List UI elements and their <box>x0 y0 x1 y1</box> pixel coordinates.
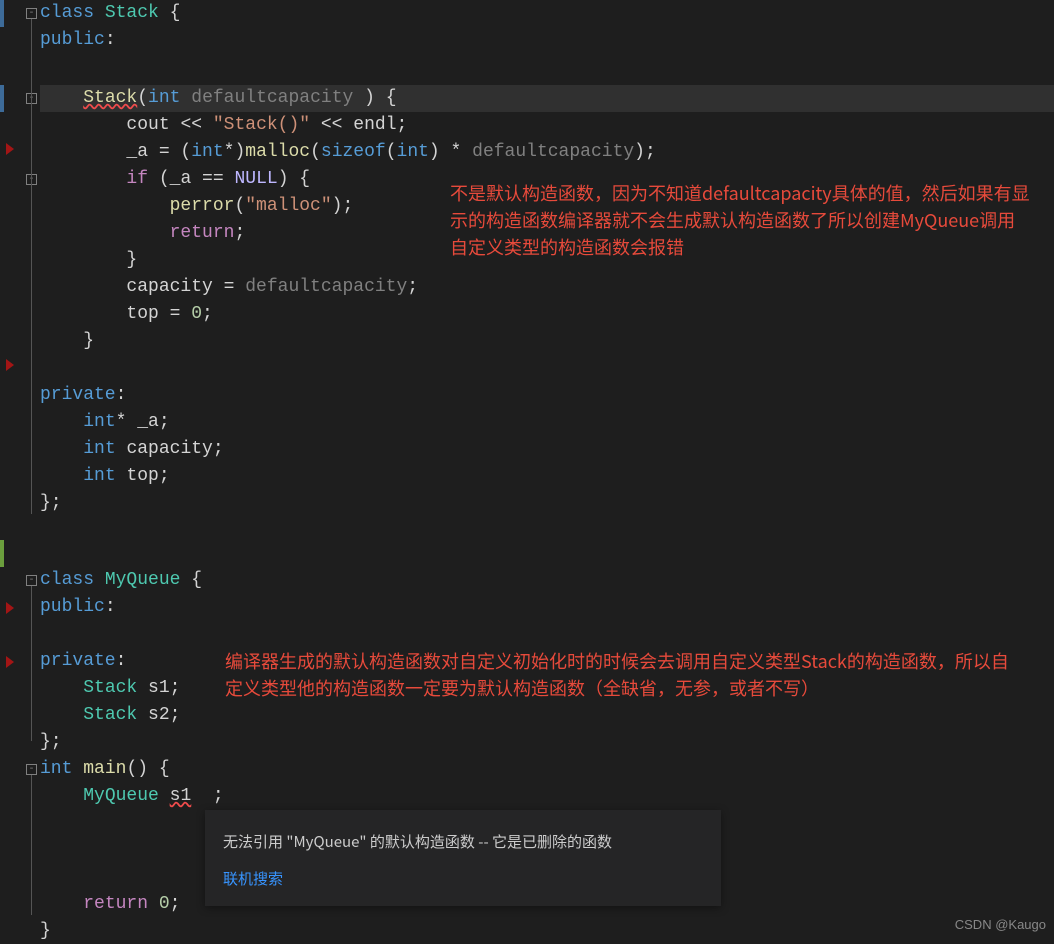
code-line[interactable]: public: <box>40 27 1054 54</box>
breakpoint-icon[interactable] <box>6 359 14 371</box>
code-editor: - - - - - class Stack { public: Stack(in… <box>0 0 1054 944</box>
breakpoint-icon[interactable] <box>6 656 14 668</box>
code-line[interactable]: }; <box>40 729 1054 756</box>
fold-line <box>31 586 32 741</box>
annotation-text: 不是默认构造函数，因为不知道defaultcapacity具体的值，然后如果有显… <box>450 180 1030 261</box>
change-bar <box>0 85 4 112</box>
change-bar <box>0 0 4 27</box>
fold-line <box>31 19 32 514</box>
code-line-active[interactable]: Stack(int defaultcapacity ) { <box>40 85 1054 112</box>
code-line[interactable]: public: <box>40 594 1054 621</box>
tooltip-message: 无法引用 "MyQueue" 的默认构造函数 -- 它是已删除的函数 <box>223 828 703 855</box>
code-line[interactable] <box>40 355 1054 382</box>
code-line[interactable] <box>40 540 1054 567</box>
code-line[interactable]: int* _a; <box>40 409 1054 436</box>
watermark-text: CSDN @Kaugo <box>955 911 1046 938</box>
error-tooltip: 无法引用 "MyQueue" 的默认构造函数 -- 它是已删除的函数 联机搜索 <box>205 810 721 906</box>
fold-toggle[interactable]: - <box>26 575 37 586</box>
code-line[interactable]: }; <box>40 490 1054 517</box>
code-line[interactable]: class Stack { <box>40 0 1054 27</box>
change-bar <box>0 540 4 567</box>
code-line[interactable]: Stack s2; <box>40 702 1054 729</box>
code-line[interactable] <box>40 54 1054 81</box>
code-line[interactable]: capacity = defaultcapacity; <box>40 274 1054 301</box>
tooltip-search-link[interactable]: 联机搜索 <box>223 865 703 892</box>
breakpoint-icon[interactable] <box>6 602 14 614</box>
code-line[interactable]: int main() { <box>40 756 1054 783</box>
code-line[interactable] <box>40 621 1054 648</box>
code-line[interactable]: int top; <box>40 463 1054 490</box>
annotation-text: 编译器生成的默认构造函数对自定义初始化时的时候会去调用自定义类型Stack的构造… <box>225 648 1025 702</box>
breakpoint-icon[interactable] <box>6 143 14 155</box>
gutter: - - - - - <box>0 0 40 944</box>
code-line[interactable]: top = 0; <box>40 301 1054 328</box>
code-line[interactable]: int capacity; <box>40 436 1054 463</box>
fold-toggle[interactable]: - <box>26 8 37 19</box>
code-line[interactable]: } <box>40 328 1054 355</box>
code-line[interactable]: private: <box>40 382 1054 409</box>
fold-toggle[interactable]: - <box>26 764 37 775</box>
code-line[interactable]: } <box>40 918 1054 944</box>
code-area[interactable]: class Stack { public: Stack(int defaultc… <box>40 0 1054 944</box>
fold-line <box>31 775 32 915</box>
code-line[interactable]: class MyQueue { <box>40 567 1054 594</box>
code-line[interactable]: _a = (int*)malloc(sizeof(int) * defaultc… <box>40 139 1054 166</box>
code-line[interactable]: MyQueue s1 ; <box>40 783 1054 810</box>
code-line[interactable]: cout << "Stack()" << endl; <box>40 112 1054 139</box>
